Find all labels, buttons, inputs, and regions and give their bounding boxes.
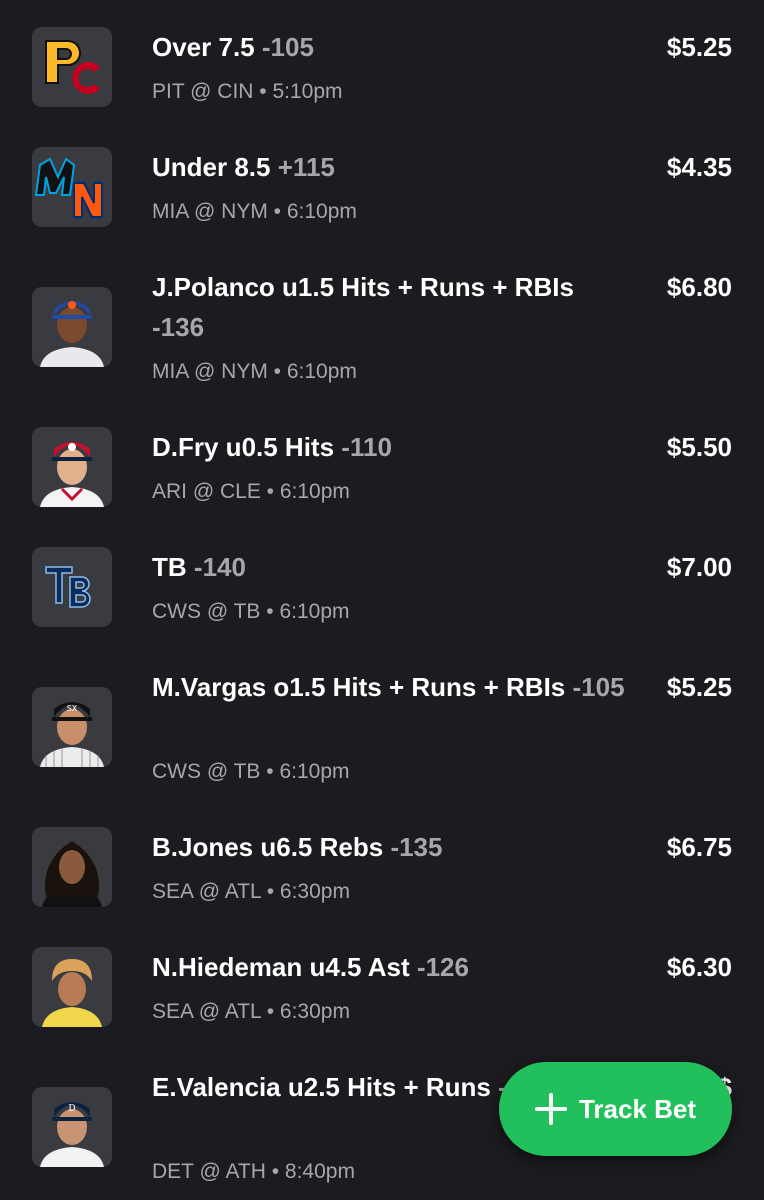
bet-row[interactable]: Over 7.5 -105 PIT @ CIN • 5:10pm $5.25 [0,27,764,127]
bet-odds: -105 [572,672,625,702]
bet-matchup: PIT @ CIN • 5:10pm [152,80,343,103]
bet-matchup: CWS @ TB • 6:10pm [152,600,350,623]
bet-odds: -126 [416,952,469,982]
player-headshot-icon [32,947,112,1027]
bet-row[interactable]: TB -140 CWS @ TB • 6:10pm $7.00 [0,547,764,647]
bet-title: Over 7.5 -105 [152,32,314,62]
bet-odds: -110 [341,432,392,462]
bet-title: B.Jones u6.5 Rebs -135 [152,832,443,862]
bet-odds: -140 [193,552,246,582]
player-headshot-icon: SX [32,687,112,767]
bet-row[interactable]: B.Jones u6.5 Rebs -135 SEA @ ATL • 6:30p… [0,827,764,927]
player-headshot-icon [32,427,112,507]
track-bet-label: Track Bet [578,1093,697,1124]
bet-matchup: SEA @ ATL • 6:30pm [152,880,350,903]
bet-title: D.Fry u0.5 Hits -110 [152,432,392,462]
bet-row[interactable]: N.Hiedeman u4.5 Ast -126 SEA @ ATL • 6:3… [0,947,764,1047]
bet-list-screen: Over 7.5 -105 PIT @ CIN • 5:10pm $5.25 U… [0,0,764,1200]
bet-title: M.Vargas o1.5 Hits + Runs + RBIs -105 [152,672,625,702]
bet-row[interactable]: Under 8.5 +115 MIA @ NYM • 6:10pm $4.35 [0,147,764,247]
track-bet-button[interactable]: Track Bet [499,1062,732,1156]
player-headshot-icon [32,827,112,907]
plus-icon [534,1093,567,1125]
bet-matchup: CWS @ TB • 6:10pm [152,760,350,783]
bet-odds: +115 [277,152,335,182]
bet-odds: -105 [261,32,314,62]
bet-amount: $5.25 [666,672,732,702]
bet-row[interactable]: D.Fry u0.5 Hits -110 ARI @ CLE • 6:10pm … [0,427,764,527]
bet-amount: $6.80 [666,272,732,302]
bet-odds: -135 [390,832,443,862]
bet-matchup: ARI @ CLE • 6:10pm [152,480,350,503]
bet-title: J.Polanco u1.5 Hits + Runs + RBIs -136 [152,272,574,342]
player-headshot-icon: D [32,1087,112,1167]
bet-matchup: MIA @ NYM • 6:10pm [152,200,357,223]
bet-row[interactable]: J.Polanco u1.5 Hits + Runs + RBIs -136 M… [0,267,764,387]
bet-title: N.Hiedeman u4.5 Ast -126 [152,952,469,982]
pirates-reds-logo-icon [32,27,112,107]
rays-logo-icon [32,547,112,627]
svg-text:D: D [68,1104,75,1114]
bet-matchup: SEA @ ATL • 6:30pm [152,1000,350,1023]
bet-amount: $6.75 [666,832,732,862]
bet-amount: $7.00 [666,552,732,582]
bet-title: TB -140 [152,552,246,582]
bet-odds: -136 [152,312,205,342]
bet-matchup: MIA @ NYM • 6:10pm [152,360,357,383]
player-headshot-icon [32,287,112,367]
bet-amount: $5.25 [666,32,732,62]
bet-row[interactable]: SX M.Vargas o1.5 Hits + Runs + RBIs -105… [0,667,764,787]
marlins-mets-logo-icon [32,147,112,227]
bet-matchup: DET @ ATH • 8:40pm [152,1160,355,1183]
bet-amount: $6.30 [666,952,732,982]
bet-amount: $5.50 [666,432,732,462]
bet-title: Under 8.5 +115 [152,152,335,182]
svg-text:SX: SX [67,704,78,713]
bet-amount: $4.35 [666,152,732,182]
